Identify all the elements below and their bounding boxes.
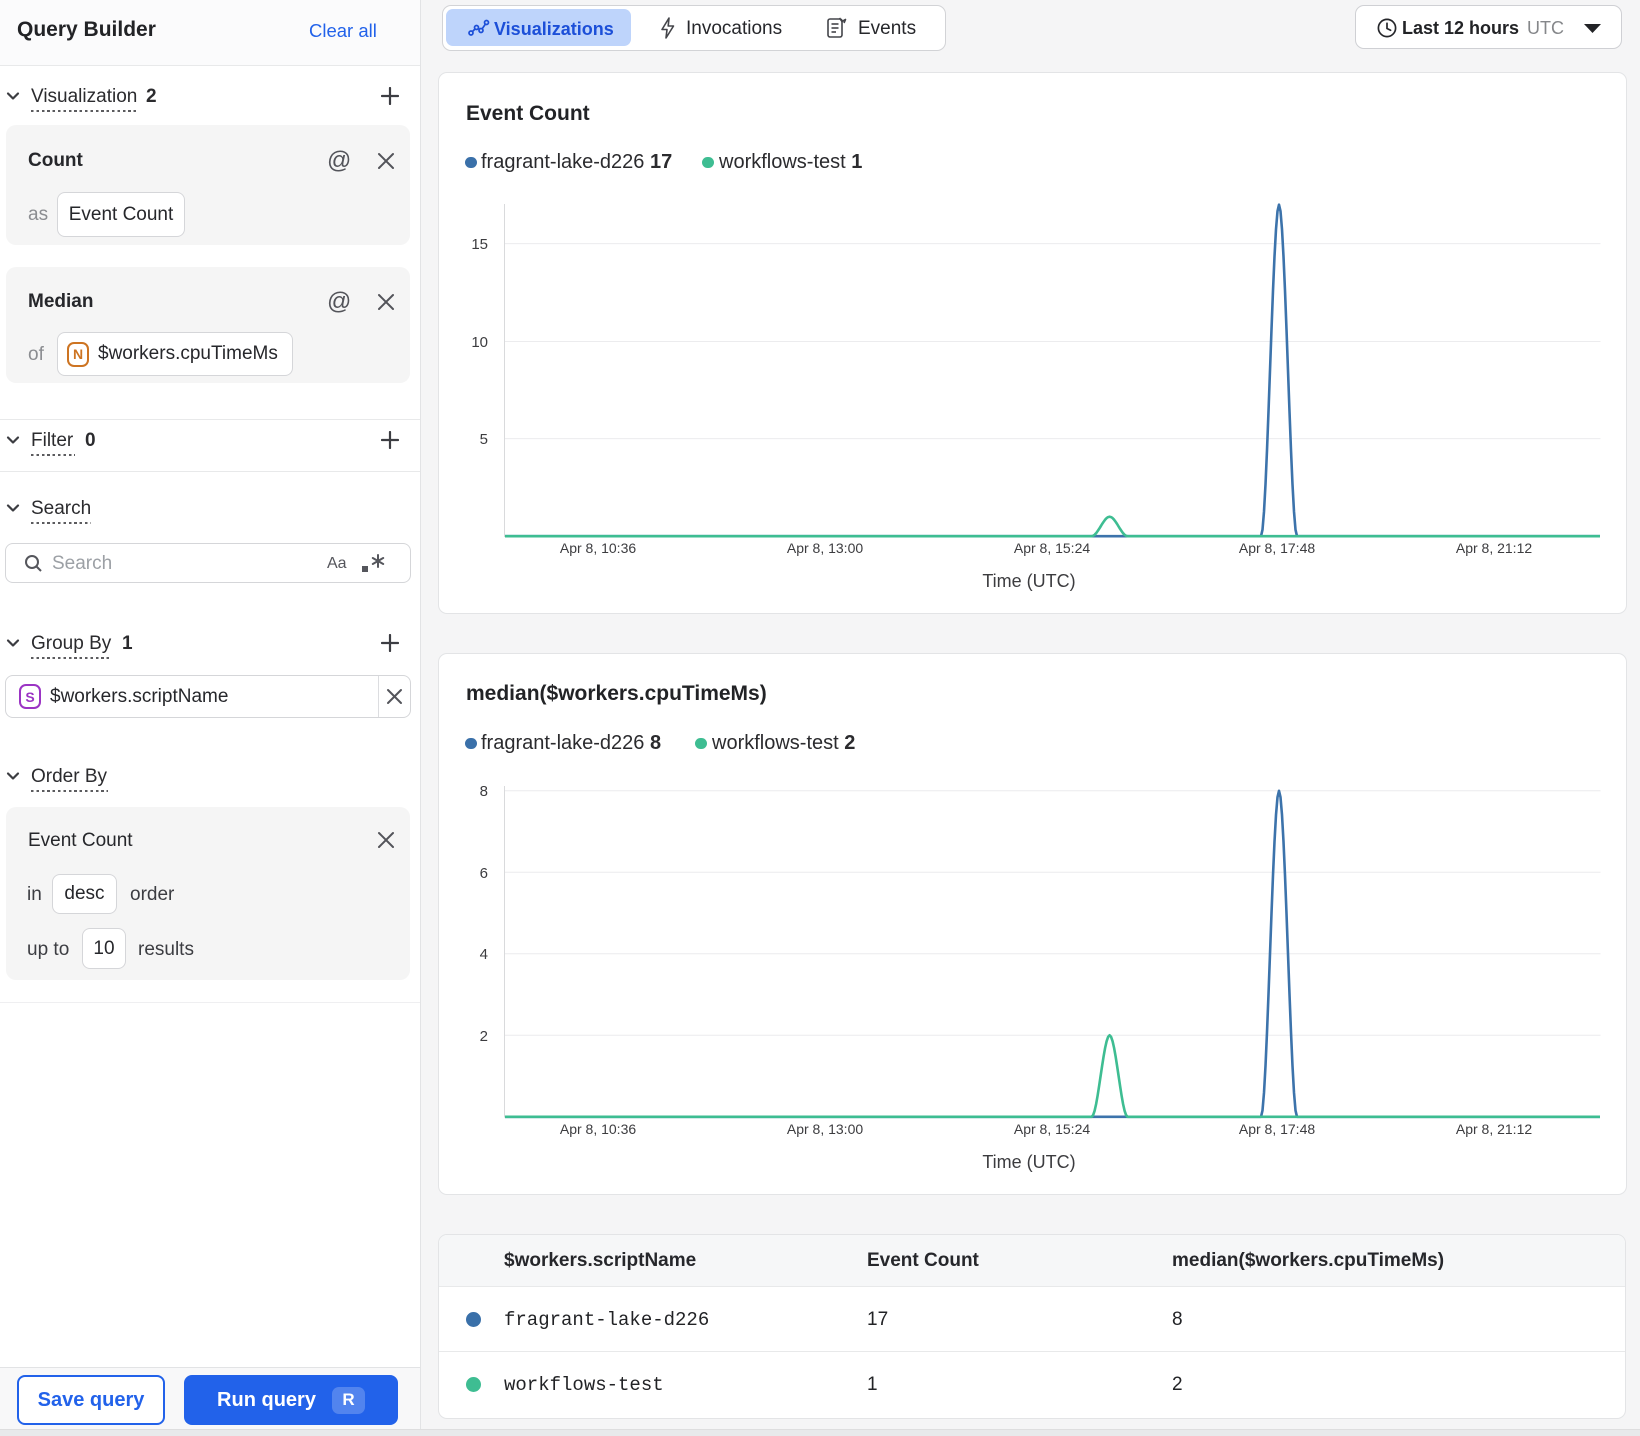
svg-text:Apr 8, 17:48: Apr 8, 17:48 <box>1239 1121 1315 1137</box>
svg-text:Apr 8, 13:00: Apr 8, 13:00 <box>787 540 863 556</box>
svg-text:Apr 8, 15:24: Apr 8, 15:24 <box>1014 540 1090 556</box>
svg-text:15: 15 <box>471 236 488 253</box>
svg-text:Apr 8, 15:24: Apr 8, 15:24 <box>1014 1121 1090 1137</box>
svg-text:Apr 8, 13:00: Apr 8, 13:00 <box>787 1121 863 1137</box>
svg-text:5: 5 <box>480 431 488 448</box>
svg-text:6: 6 <box>480 865 488 882</box>
svg-text:10: 10 <box>471 334 488 351</box>
svg-text:Time (UTC): Time (UTC) <box>982 571 1075 591</box>
svg-text:Time (UTC): Time (UTC) <box>982 1152 1075 1172</box>
svg-text:4: 4 <box>480 946 488 963</box>
svg-text:Apr 8, 17:48: Apr 8, 17:48 <box>1239 540 1315 556</box>
svg-text:8: 8 <box>480 783 488 800</box>
svg-text:Apr 8, 10:36: Apr 8, 10:36 <box>560 540 636 556</box>
svg-text:Apr 8, 21:12: Apr 8, 21:12 <box>1456 1121 1532 1137</box>
svg-text:Apr 8, 10:36: Apr 8, 10:36 <box>560 1121 636 1137</box>
svg-text:Apr 8, 21:12: Apr 8, 21:12 <box>1456 540 1532 556</box>
svg-text:2: 2 <box>480 1028 488 1045</box>
